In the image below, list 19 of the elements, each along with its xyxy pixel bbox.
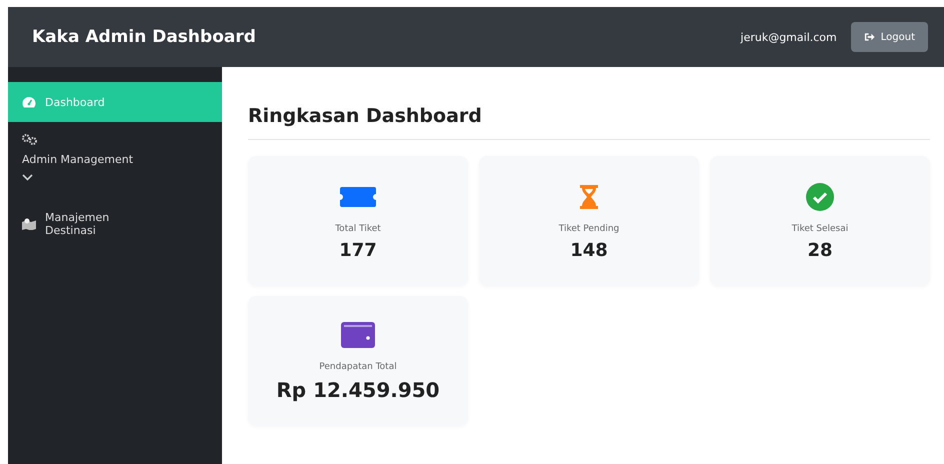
stat-label: Tiket Selesai — [792, 224, 848, 234]
stat-label: Total Tiket — [335, 224, 381, 234]
stat-label: Tiket Pending — [558, 224, 620, 234]
stat-value: 148 — [570, 240, 608, 260]
logout-button[interactable]: Logout — [850, 22, 928, 52]
sidebar-item[interactable]: Manajemen Destinasi — [8, 203, 222, 245]
page-heading: Ringkasan Dashboard — [248, 105, 930, 140]
user-email: jeruk@gmail.com — [740, 30, 837, 44]
stat-label: Pendapatan Total — [319, 362, 397, 372]
logout-icon — [864, 32, 875, 42]
sidebar-item[interactable]: Admin Management — [8, 122, 222, 203]
stat-value: 28 — [807, 240, 833, 260]
gears-icon — [22, 134, 38, 145]
gauge-icon — [22, 96, 36, 108]
stat-value: 177 — [339, 240, 377, 260]
map-icon — [22, 218, 36, 230]
chevron-down-icon — [22, 174, 33, 181]
stat-value: Rp 12.459.950 — [276, 378, 440, 402]
app-title: Kaka Admin Dashboard — [32, 27, 256, 47]
